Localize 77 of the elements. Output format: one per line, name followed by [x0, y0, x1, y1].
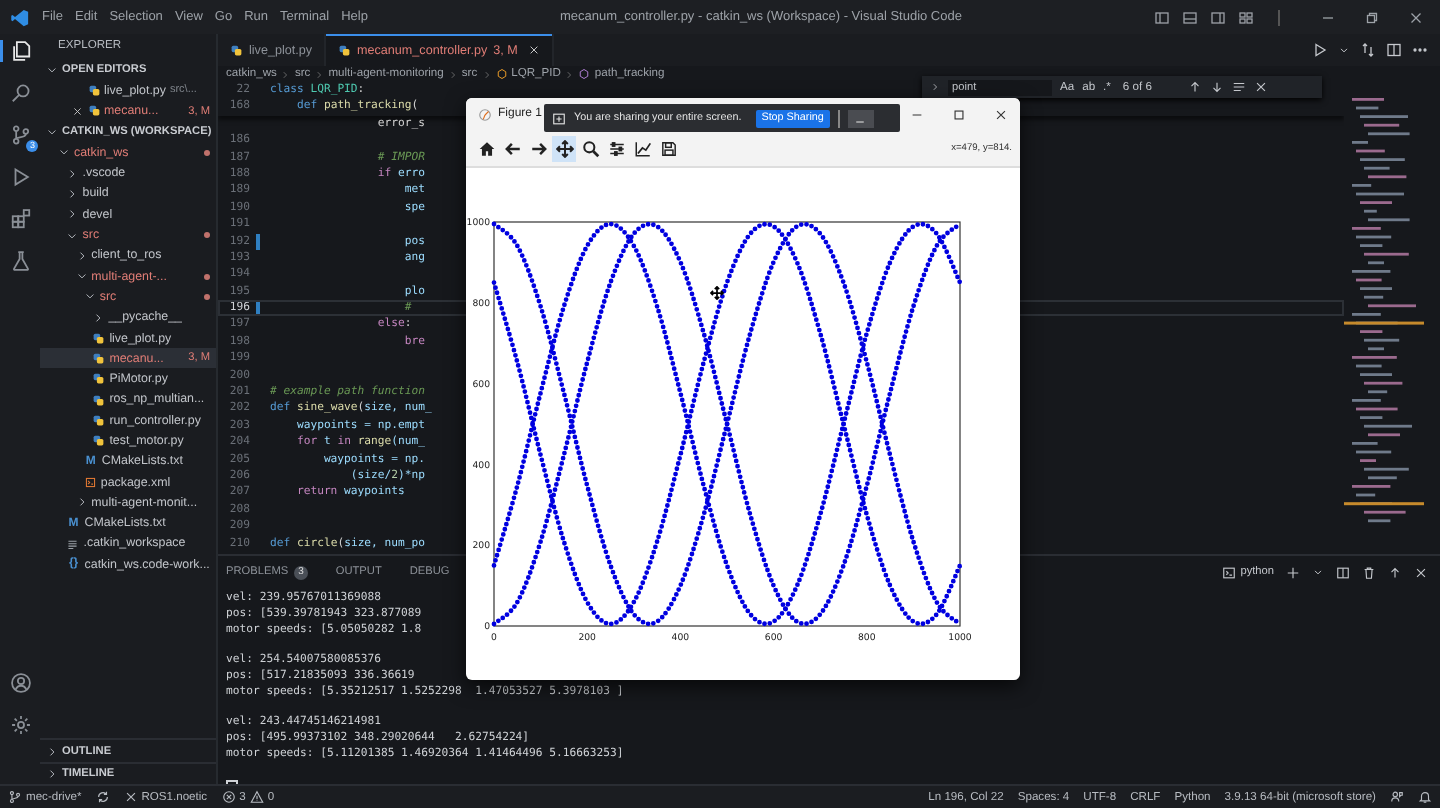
editor-logo-icon	[10, 7, 30, 27]
minimize-icon	[854, 115, 867, 127]
trash-icon[interactable]	[1362, 565, 1376, 579]
play-icon[interactable]	[1312, 42, 1328, 58]
chevron-down-icon[interactable]	[66, 229, 79, 242]
magnifier-tool-button[interactable]	[578, 135, 602, 161]
sidebar-layout-icon[interactable]	[1154, 9, 1170, 25]
python-file-icon	[230, 43, 243, 57]
chevron-right-icon[interactable]	[92, 311, 105, 324]
modified-dot	[204, 149, 210, 156]
close-icon[interactable]	[1408, 9, 1424, 25]
chevron-down-icon[interactable]	[83, 290, 96, 303]
settings-icon[interactable]	[9, 714, 31, 736]
chevron-down-icon[interactable]	[75, 270, 88, 283]
branch-icon[interactable]	[9, 124, 31, 146]
python-file-icon	[338, 43, 352, 57]
terminal-icon	[1222, 565, 1237, 579]
close-icon[interactable]	[994, 107, 1008, 121]
bell-icon[interactable]	[1418, 790, 1432, 804]
app-icon	[478, 107, 492, 121]
error-icon	[221, 790, 236, 804]
x-icon	[123, 790, 138, 804]
chevron-right-icon[interactable]	[930, 82, 940, 92]
play-icon[interactable]	[9, 166, 31, 188]
share-screen-icon	[552, 111, 566, 125]
line-chart-icon	[633, 139, 651, 157]
method-icon	[578, 68, 591, 80]
arrow-up-icon[interactable]	[1187, 80, 1202, 94]
move-icon	[555, 139, 573, 157]
arrow-up-icon[interactable]	[1388, 565, 1402, 579]
search-icon[interactable]	[9, 82, 31, 104]
sliders-icon	[607, 139, 625, 157]
class-icon	[495, 68, 508, 80]
chevron-right-icon	[280, 69, 291, 79]
maximize-icon[interactable]	[952, 107, 966, 121]
chevron-right-icon	[564, 69, 575, 79]
chevron-right-icon[interactable]	[66, 187, 79, 200]
blocks-icon[interactable]	[9, 208, 31, 230]
move-tool-button[interactable]	[552, 135, 576, 161]
home-icon	[477, 139, 495, 157]
magnifier-icon	[581, 139, 599, 157]
chevron-right-icon[interactable]	[75, 249, 88, 262]
files-icon[interactable]	[9, 40, 31, 62]
modified-dot	[204, 232, 210, 239]
warning-icon	[249, 790, 264, 804]
plus-icon[interactable]	[1286, 565, 1300, 579]
compare-arrows-icon[interactable]	[1360, 42, 1376, 58]
minimize-button[interactable]	[847, 109, 874, 127]
restore-icon[interactable]	[1364, 9, 1380, 25]
rss-file-icon	[83, 475, 97, 489]
lines-file-icon	[66, 537, 80, 551]
chevron-right-icon	[314, 69, 325, 79]
grid-layout-icon[interactable]	[1238, 9, 1254, 25]
account-icon[interactable]	[9, 672, 31, 694]
modified-dot	[204, 293, 210, 300]
person-icon[interactable]	[1390, 790, 1404, 804]
chevron-right-icon	[447, 69, 458, 79]
chevron-right-icon[interactable]	[66, 208, 79, 221]
chevron-right-icon[interactable]	[75, 496, 88, 509]
flask-icon[interactable]	[9, 250, 31, 272]
arrow-right-icon	[529, 139, 547, 157]
chevron-right-icon[interactable]	[66, 167, 79, 180]
caret-icon[interactable]	[1312, 566, 1324, 578]
branch-icon	[8, 790, 22, 804]
move-cursor-icon	[710, 286, 724, 300]
caret-icon[interactable]	[1338, 44, 1350, 56]
arrow-left-icon	[503, 139, 521, 157]
chevron-right-icon	[481, 69, 492, 79]
split-icon[interactable]	[1386, 42, 1402, 58]
chevron-down-icon[interactable]	[58, 146, 70, 159]
lines-icon[interactable]	[1231, 80, 1246, 94]
split-icon[interactable]	[1336, 565, 1350, 579]
arrow-down-icon[interactable]	[1209, 80, 1224, 94]
modified-dot	[204, 273, 210, 280]
sync-icon[interactable]	[95, 790, 110, 804]
panel-layout-icon[interactable]	[1182, 9, 1198, 25]
right-layout-icon[interactable]	[1210, 9, 1226, 25]
